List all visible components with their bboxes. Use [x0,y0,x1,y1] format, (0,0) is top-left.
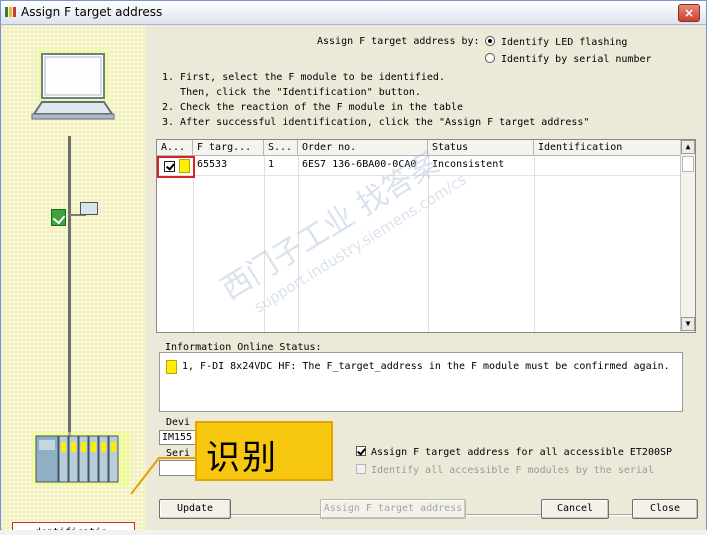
close-button[interactable]: Close [632,499,698,519]
pc-station-icon [80,202,98,215]
column-header[interactable]: S... [264,140,298,156]
column-header[interactable]: A... [157,140,193,156]
window-title: Assign F target address [21,5,163,19]
column-divider [264,156,265,332]
cell-identification [534,156,681,176]
identify-all-label: Identify all accessible F modules by the… [371,465,654,476]
pg-laptop-icon [31,50,115,120]
assign-f-target-button[interactable]: Assign F target address [320,499,466,519]
device-label: Devi [166,417,191,428]
column-divider [428,156,429,332]
assign-all-checkbox[interactable]: Assign F target address for all accessib… [356,446,672,458]
info-message: 1, F-DI 8x24VDC HF: The F_target_address… [182,361,670,372]
cell-f-target: 65533 [197,159,228,170]
cell-status: Inconsistent [432,159,505,170]
radio-led-flashing[interactable]: Identify LED flashing [485,36,627,48]
instructions: 1. First, select the F module to be iden… [162,70,589,130]
column-header[interactable]: F targ... [193,140,264,156]
warning-indicator-icon [166,360,177,374]
update-button[interactable]: Update [159,499,231,519]
assign-f-target-dialog: Assign F target address × Assign F targe… [0,0,707,535]
table-row[interactable]: 65533 1 6ES7 136-6BA00-0CA0 Inconsistent [157,156,681,176]
column-header[interactable]: Identification [534,140,681,156]
radio-button-icon [485,36,495,46]
column-header[interactable]: Order no. [298,140,428,156]
f-module-table: A... F targ... S... Order no. Status Ide… [156,139,696,333]
assign-all-label: Assign F target address for all accessib… [371,447,673,458]
instruction-line: 3. After successful identification, clic… [162,117,590,128]
radio-button-icon [485,53,495,63]
radio-serial-number[interactable]: Identify by serial number [485,53,652,65]
topology-pane: dentificatio [2,26,146,535]
cell-order-no: 6ES7 136-6BA00-0CA0 [302,159,417,170]
online-status-icon [51,209,66,226]
title-bar: Assign F target address × [1,1,706,25]
table-header: A... F targ... S... Order no. Status Ide… [157,140,681,156]
table-scrollbar[interactable]: ▲ ▼ [680,140,695,332]
radio-serial-label: Identify by serial number [501,54,652,65]
cell-slot: 1 [268,159,275,170]
instruction-line: 2. Check the reaction of the F module in… [162,102,464,113]
bottom-strip [0,530,707,535]
network-line [68,136,71,436]
column-divider [298,156,299,332]
checkbox-icon [356,464,366,474]
column-divider [534,156,535,332]
assign-by-label: Assign F target address by: [317,36,480,47]
callout-pointer [130,457,197,495]
checkbox-highlight-frame [157,156,195,178]
scroll-up-icon[interactable]: ▲ [681,140,695,154]
column-divider [193,156,194,332]
close-window-button[interactable]: × [678,4,700,22]
callout-text: 识别 [206,438,278,478]
instruction-line: 1. First, select the F module to be iden… [162,72,445,83]
identify-all-checkbox[interactable]: Identify all accessible F modules by the… [356,464,654,476]
checkbox-icon [356,446,366,456]
device-field: IM155 [159,430,199,445]
scroll-thumb[interactable] [682,156,694,172]
instruction-line: Then, click the "Identification" button. [162,87,421,98]
radio-led-label: Identify LED flashing [501,37,628,48]
column-header[interactable]: Status [428,140,534,156]
et200sp-station-icon [32,432,130,486]
info-online-status-box: 1, F-DI 8x24VDC HF: The F_target_address… [159,352,683,412]
annotation-callout: 识别 [195,421,333,481]
scroll-down-icon[interactable]: ▼ [681,317,695,331]
cancel-button[interactable]: Cancel [541,499,609,519]
app-icon [5,7,16,17]
